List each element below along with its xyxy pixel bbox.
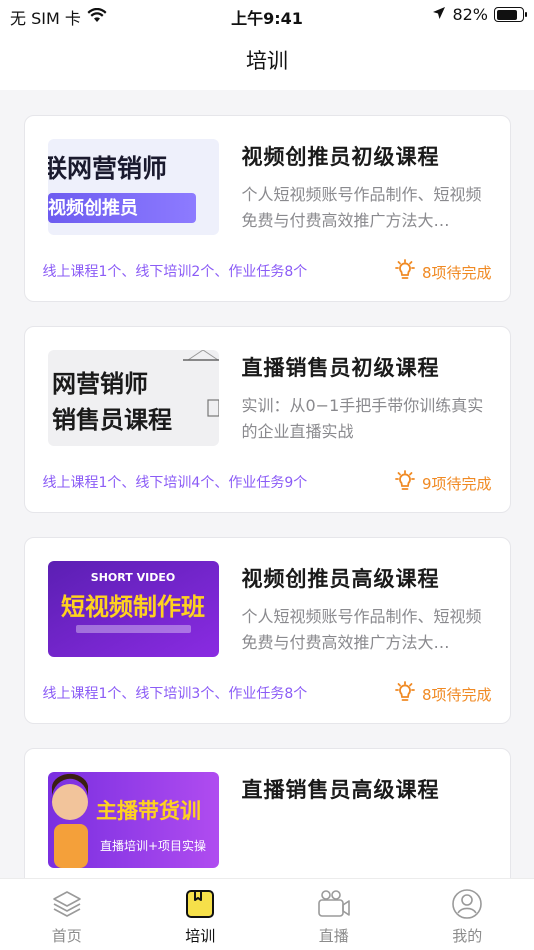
course-meta: 线上课程1个、线下培训2个、作业任务8个 [42, 264, 308, 280]
thumb-text-primary: SHORT VIDEO [90, 571, 174, 584]
user-icon [450, 887, 484, 921]
tab-training-label: 培训 [185, 927, 216, 945]
pending-count: 9项待完成 [421, 474, 492, 493]
course-thumbnail: 联网营销师 视频创推员 [47, 139, 219, 235]
thumb-text-secondary: 短视频制作班 [61, 593, 205, 621]
tab-live-label: 直播 [318, 927, 349, 945]
thumb-text-secondary: 视频创推员 [48, 197, 138, 219]
pending-badge: 8项待完成 [394, 259, 492, 285]
page-title: 培训 [246, 49, 288, 73]
course-meta: 线上课程1个、线下培训3个、作业任务8个 [42, 686, 308, 702]
status-bar: 无 SIM 卡 上午9:41 82% [0, 0, 534, 30]
lightbulb-icon [394, 470, 416, 496]
tab-live[interactable]: 直播 [267, 879, 401, 950]
course-description: 个人短视频账号作品制作、短视频免费与付费高效推广方法大… [241, 607, 482, 652]
tab-profile-label: 我的 [452, 927, 483, 945]
thumb-text-secondary: 直播培训+项目实操 [100, 838, 206, 853]
tab-profile[interactable]: 我的 [401, 879, 534, 950]
course-title: 视频创推员初级课程 [241, 145, 440, 169]
tab-training[interactable]: 培训 [134, 879, 268, 950]
course-description: 个人短视频账号作品制作、短视频免费与付费高效推广方法大… [241, 185, 482, 230]
layers-icon [50, 887, 84, 921]
battery-fill [496, 9, 517, 20]
course-card[interactable]: 网营销师 销售员课程 直播销售员初级课程 实训：从0−1手把手带你训练真实的企业… [23, 326, 511, 513]
thumb-text-primary: 联网营销师 [48, 154, 167, 183]
video-camera-icon [317, 887, 351, 921]
status-right-group: 82% [432, 5, 527, 24]
course-meta: 线上课程1个、线下培训4个、作业任务9个 [42, 475, 308, 491]
pending-count: 8项待完成 [421, 263, 492, 282]
course-title: 直播销售员高级课程 [241, 778, 440, 802]
pending-badge: 8项待完成 [394, 681, 492, 707]
battery-percentage: 82% [452, 5, 488, 24]
course-card[interactable]: 主播带货训 直播培训+项目实操 直播销售员高级课程 [23, 748, 511, 878]
tab-home-label: 首页 [51, 927, 82, 945]
thumb-text-primary: 主播带货训 [96, 799, 201, 823]
pending-count: 8项待完成 [421, 685, 492, 704]
pending-badge: 9项待完成 [394, 470, 492, 496]
lightbulb-icon [394, 259, 416, 285]
thumb-text-secondary: 销售员课程 [52, 406, 172, 434]
location-arrow-icon [432, 5, 446, 24]
course-title: 视频创推员高级课程 [241, 567, 440, 591]
course-card[interactable]: SHORT VIDEO 短视频制作班 视频创推员高级课程 个人短视频账号作品制作… [23, 537, 511, 724]
thumb-text-primary: 网营销师 [52, 370, 148, 398]
course-thumbnail: SHORT VIDEO 短视频制作班 [47, 561, 219, 657]
course-thumbnail: 网营销师 销售员课程 [47, 350, 219, 446]
battery-icon [494, 7, 527, 22]
tab-bar: 首页 培训 直播 我的 [0, 878, 534, 950]
course-description: 实训：从0−1手把手带你训练真实的企业直播实战 [241, 396, 484, 441]
tab-home[interactable]: 首页 [0, 879, 134, 950]
lightbulb-icon [394, 681, 416, 707]
course-list[interactable]: 联网营销师 视频创推员 视频创推员初级课程 个人短视频账号作品制作、短视频免费与… [0, 90, 534, 878]
course-title: 直播销售员初级课程 [241, 356, 440, 380]
course-card[interactable]: 联网营销师 视频创推员 视频创推员初级课程 个人短视频账号作品制作、短视频免费与… [23, 115, 511, 302]
nav-bar: 培训 [0, 30, 534, 90]
training-book-icon [183, 887, 217, 921]
course-thumbnail: 主播带货训 直播培训+项目实操 [47, 772, 219, 868]
